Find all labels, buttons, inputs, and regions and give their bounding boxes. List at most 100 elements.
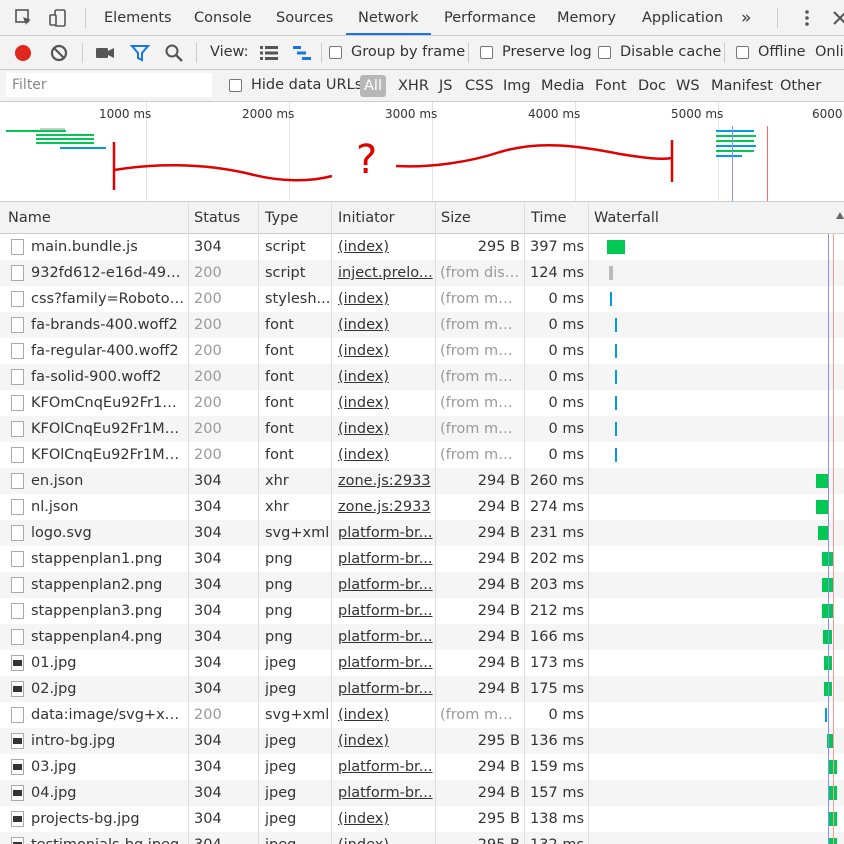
filter-type-other[interactable]: Other	[780, 70, 821, 102]
table-row[interactable]: logo.svg 304 svg+xml platform-br... 294 B 231…	[0, 520, 844, 546]
table-row[interactable]: fa-solid-900.woff2 200 font (index) (from me…	[0, 364, 844, 390]
request-name[interactable]: css?family=Roboto:4...	[31, 286, 187, 312]
request-name[interactable]: fa-regular-400.woff2	[31, 338, 187, 364]
clear-icon[interactable]	[49, 43, 69, 63]
request-initiator-link[interactable]: (index)	[338, 442, 433, 468]
request-name[interactable]: stappenplan4.png	[31, 624, 187, 650]
request-initiator-link[interactable]: (index)	[338, 806, 433, 832]
request-initiator-link[interactable]: platform-br...	[338, 650, 433, 676]
request-initiator-link[interactable]: (index)	[338, 364, 433, 390]
request-initiator-link[interactable]: (index)	[338, 234, 433, 260]
request-name[interactable]: stappenplan2.png	[31, 572, 187, 598]
request-name[interactable]: data:image/svg+xml;...	[31, 702, 187, 728]
request-initiator-link[interactable]: platform-br...	[338, 520, 433, 546]
more-tabs-button[interactable]: »	[741, 0, 751, 35]
waterfall-bar[interactable]	[615, 396, 617, 410]
inspect-element-icon[interactable]	[14, 8, 34, 28]
request-initiator-link[interactable]: platform-br...	[338, 598, 433, 624]
request-initiator-link[interactable]: (index)	[338, 832, 433, 844]
table-row[interactable]: fa-brands-400.woff2 200 font (index) (from m…	[0, 312, 844, 338]
request-initiator-link[interactable]: (index)	[338, 702, 433, 728]
tab-performance[interactable]: Performance	[444, 0, 536, 35]
record-icon[interactable]	[13, 43, 33, 63]
search-icon[interactable]	[164, 43, 184, 63]
waterfall-bar[interactable]	[615, 370, 617, 384]
request-name[interactable]: logo.svg	[31, 520, 187, 546]
device-toolbar-icon[interactable]	[48, 8, 68, 28]
throttling-select[interactable]: Online	[815, 36, 844, 69]
filter-type-manifest[interactable]: Manifest	[711, 70, 773, 102]
kebab-menu-icon[interactable]	[797, 8, 817, 28]
preserve-log-checkbox[interactable]	[480, 46, 493, 59]
column-header-type[interactable]: Type	[259, 202, 331, 233]
filter-input[interactable]	[6, 73, 212, 97]
column-header-initiator[interactable]: Initiator	[332, 202, 435, 233]
waterfall-bar[interactable]	[615, 448, 617, 462]
disable-cache-label[interactable]: Disable cache	[620, 36, 721, 69]
request-initiator-link[interactable]: (index)	[338, 286, 433, 312]
table-row[interactable]: intro-bg.jpg 304 jpeg (index) 295 B 136 ms	[0, 728, 844, 754]
table-row[interactable]: projects-bg.jpg 304 jpeg (index) 295 B 138 ms	[0, 806, 844, 832]
column-header-waterfall[interactable]: Waterfall	[588, 202, 818, 233]
table-row[interactable]: en.json 304 xhr zone.js:2933 294 B 260 ms	[0, 468, 844, 494]
request-initiator-link[interactable]: zone.js:2933	[338, 494, 433, 520]
requests-table-body[interactable]: main.bundle.js 304 script (index) 295 B 397 m…	[0, 234, 844, 844]
table-row[interactable]: 03.jpg 304 jpeg platform-br... 294 B 159 ms	[0, 754, 844, 780]
filter-type-font[interactable]: Font	[595, 70, 627, 102]
table-row[interactable]: testimonials-bg.jpeg 304 jpeg (index) 295 B 1…	[0, 832, 844, 844]
column-header-size[interactable]: Size	[435, 202, 524, 233]
request-name[interactable]: intro-bg.jpg	[31, 728, 187, 754]
sort-ascending-icon[interactable]	[836, 212, 844, 219]
waterfall-bar[interactable]	[610, 292, 612, 306]
request-name[interactable]: projects-bg.jpg	[31, 806, 187, 832]
table-row[interactable]: css?family=Roboto:4... 200 stylesh... (inde…	[0, 286, 844, 312]
tab-memory[interactable]: Memory	[557, 0, 616, 35]
request-name[interactable]: testimonials-bg.jpeg	[31, 832, 187, 844]
request-initiator-link[interactable]: (index)	[338, 312, 433, 338]
overview-timeline[interactable]: 1000 ms 2000 ms 3000 ms 4000 ms 5000 ms …	[0, 102, 844, 202]
filter-type-img[interactable]: Img	[503, 70, 531, 102]
tab-sources[interactable]: Sources	[276, 0, 333, 35]
request-name[interactable]: KFOlCnqEu92Fr1Mm...	[31, 442, 187, 468]
close-icon[interactable]	[830, 8, 844, 28]
waterfall-bar[interactable]	[615, 318, 617, 332]
column-header-status[interactable]: Status	[188, 202, 258, 233]
request-name[interactable]: main.bundle.js	[31, 234, 187, 260]
request-initiator-link[interactable]: platform-br...	[338, 676, 433, 702]
waterfall-bar[interactable]	[615, 422, 617, 436]
waterfall-bar[interactable]	[607, 240, 625, 254]
table-row[interactable]: main.bundle.js 304 script (index) 295 B 397 m…	[0, 234, 844, 260]
filter-type-all[interactable]: All	[360, 75, 386, 97]
filter-type-js[interactable]: JS	[439, 70, 452, 102]
waterfall-bar[interactable]	[615, 344, 617, 358]
table-row[interactable]: 02.jpg 304 jpeg platform-br... 294 B 175 ms	[0, 676, 844, 702]
request-initiator-link[interactable]: platform-br...	[338, 754, 433, 780]
request-initiator-link[interactable]: platform-br...	[338, 780, 433, 806]
column-header-time[interactable]: Time	[525, 202, 588, 233]
hide-data-urls-checkbox[interactable]	[229, 79, 242, 92]
large-rows-icon[interactable]	[259, 43, 279, 63]
group-by-frame-checkbox[interactable]	[329, 46, 342, 59]
column-header-name[interactable]: Name	[2, 202, 187, 233]
request-name[interactable]: nl.json	[31, 494, 187, 520]
table-row[interactable]: stappenplan1.png 304 png platform-br... 294 …	[0, 546, 844, 572]
offline-label[interactable]: Offline	[758, 36, 806, 69]
waterfall-bar[interactable]	[609, 266, 613, 280]
request-name[interactable]: 932fd612-e16d-4983...	[31, 260, 187, 286]
filter-type-doc[interactable]: Doc	[638, 70, 666, 102]
tab-application[interactable]: Application	[642, 0, 723, 35]
preserve-log-label[interactable]: Preserve log	[502, 36, 592, 69]
overview-waterfall-icon[interactable]	[292, 43, 312, 63]
request-name[interactable]: fa-brands-400.woff2	[31, 312, 187, 338]
disable-cache-checkbox[interactable]	[598, 46, 611, 59]
tab-elements[interactable]: Elements	[104, 0, 172, 35]
request-initiator-link[interactable]: (index)	[338, 728, 433, 754]
table-row[interactable]: data:image/svg+xml;... 200 svg+xml (index) (…	[0, 702, 844, 728]
request-initiator-link[interactable]: inject.prelo...	[338, 260, 433, 286]
request-name[interactable]: stappenplan3.png	[31, 598, 187, 624]
group-by-frame-label[interactable]: Group by frame	[351, 36, 465, 69]
table-row[interactable]: KFOmCnqEu92Fr1M... 200 font (index) (from me…	[0, 390, 844, 416]
table-row[interactable]: KFOlCnqEu92Fr1Mm... 200 font (index) (from m…	[0, 416, 844, 442]
capture-screenshots-icon[interactable]	[95, 43, 115, 63]
waterfall-bar[interactable]	[816, 474, 828, 488]
